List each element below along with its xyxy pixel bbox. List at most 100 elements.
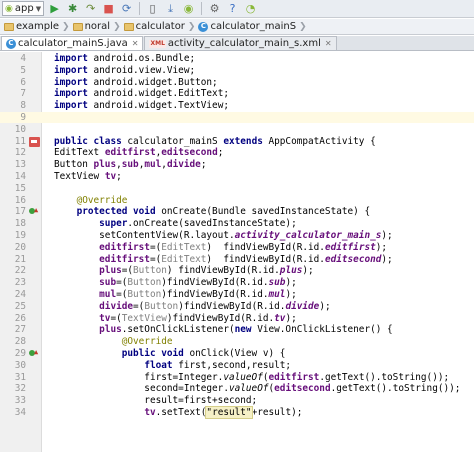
code-line[interactable]: 12 EditText editfirst,editsecond;: [0, 147, 474, 158]
code-token: EditText: [161, 253, 207, 265]
code-line[interactable]: 24 mul=(Button)findViewById(R.id.mul);: [0, 289, 474, 300]
code-token: ;: [116, 171, 122, 182]
chevron-right-icon: ❯: [113, 21, 121, 32]
line-number: 25: [14, 300, 26, 312]
avd-manager-button[interactable]: ▯: [145, 1, 160, 16]
stop-button[interactable]: ■: [101, 1, 116, 16]
breadcrumb-item-calculator-mains[interactable]: C calculator_mainS: [196, 21, 298, 32]
code-line[interactable]: 31 first=Integer.valueOf(editfirst.getTe…: [0, 372, 474, 383]
code-line[interactable]: 26 tv=(TextView)findViewById(R.id.tv);: [0, 313, 474, 324]
line-number: 13: [14, 159, 26, 171]
code-token: protected void: [76, 206, 156, 218]
code-line[interactable]: 29 ▲ public void onClick(View v) {: [0, 348, 474, 359]
editor-tabs: C calculator_mainS.java ✕ XML activity_c…: [0, 36, 474, 51]
code-line[interactable]: 16 @Override: [0, 195, 474, 206]
code-line[interactable]: 22 plus=(Button) findViewById(R.id.plus)…: [0, 265, 474, 276]
code-text: result=first+second;: [54, 395, 257, 406]
settings-button[interactable]: ⚙: [207, 1, 222, 16]
code-token: divide: [166, 159, 201, 171]
code-line[interactable]: 21 editfirst=(EditText) findViewById(R.i…: [0, 254, 474, 265]
code-token: plus: [279, 265, 303, 277]
code-line[interactable]: 27 plus.setOnClickListener(new View.OnCl…: [0, 324, 474, 335]
attach-debugger-button[interactable]: ↷: [83, 1, 98, 16]
breadcrumb-item-calculator[interactable]: calculator: [122, 21, 187, 32]
code-token: );: [302, 265, 314, 277]
code-token: Button: [127, 277, 162, 289]
code-line[interactable]: 25 divide=(Button)findViewById(R.id.divi…: [0, 301, 474, 312]
code-token: new: [234, 324, 252, 336]
close-icon[interactable]: ✕: [132, 39, 139, 48]
run-class-icon[interactable]: [29, 136, 40, 147]
tab-label: activity_calculator_main_s.xml: [167, 38, 321, 49]
sync-button[interactable]: ⟳: [119, 1, 134, 16]
code-line[interactable]: 23 sub=(Button)findViewById(R.id.sub);: [0, 277, 474, 288]
code-text: tv.setText("result"+result);: [54, 406, 302, 419]
override-marker-icon[interactable]: ▲: [29, 349, 39, 358]
code-token: tv: [104, 171, 117, 182]
breadcrumb-item-example[interactable]: example: [2, 21, 61, 32]
code-token: editsecond: [274, 383, 331, 395]
line-number: 29: [14, 348, 26, 359]
line-number: 14: [14, 171, 26, 182]
monitor-button[interactable]: ◉: [181, 1, 196, 16]
line-number: 5: [20, 64, 26, 76]
run-button[interactable]: ▶: [47, 1, 62, 16]
code-token: TextView: [54, 171, 105, 182]
code-editor[interactable]: 4 import android.os.Bundle; 5 import androi…: [0, 52, 474, 452]
sdk-manager-button[interactable]: ⤓: [163, 1, 178, 16]
code-line[interactable]: 9: [0, 112, 474, 123]
code-token: =(: [116, 277, 128, 289]
line-number: 11: [14, 135, 26, 147]
debug-button[interactable]: ✱: [65, 1, 80, 16]
code-token: first,second,result;: [172, 359, 292, 371]
android-head-icon: ◔: [245, 2, 256, 15]
code-line[interactable]: 5 import android.view.View;: [0, 65, 474, 76]
code-line[interactable]: 4 import android.os.Bundle;: [0, 53, 474, 64]
code-line[interactable]: 14 TextView tv;: [0, 171, 474, 182]
code-token: public class: [54, 135, 122, 147]
tab-activity-calculator-main-s-xml[interactable]: XML activity_calculator_main_s.xml ✕: [144, 36, 337, 50]
android-button[interactable]: ◔: [243, 1, 258, 16]
code-line[interactable]: 8 import android.widget.TextView;: [0, 100, 474, 111]
run-configuration-selector[interactable]: ◉ app ▼: [2, 1, 45, 16]
code-line[interactable]: 15: [0, 183, 474, 194]
code-line[interactable]: 11 public class calculator_mainS extends …: [0, 136, 474, 147]
code-token: plus: [99, 265, 122, 277]
code-line[interactable]: 17 ▲ protected void onCreate(Bundle saved…: [0, 206, 474, 217]
code-token: ) findViewById(R.id.: [206, 241, 325, 253]
code-line[interactable]: 28 @Override: [0, 336, 474, 347]
breadcrumb-item-noral[interactable]: noral: [71, 21, 112, 32]
code-line[interactable]: 18 super.onCreate(savedInstanceState);: [0, 218, 474, 229]
help-button[interactable]: ?: [225, 1, 240, 16]
code-token: sub: [99, 277, 117, 289]
code-line[interactable]: 6 import android.widget.Button;: [0, 77, 474, 88]
code-line[interactable]: 33 result=first+second;: [0, 395, 474, 406]
code-line[interactable]: 10: [0, 124, 474, 135]
code-line[interactable]: 19 setContentView(R.layout.activity_calc…: [0, 230, 474, 241]
line-number: 7: [20, 88, 26, 100]
code-line[interactable]: 30 float first,second,result;: [0, 360, 474, 371]
code-line[interactable]: 34 tv.setText("result"+result);: [0, 406, 474, 419]
code-token: valueOf: [223, 371, 263, 383]
code-line[interactable]: 20 editfirst=(EditText) findViewById(R.i…: [0, 242, 474, 253]
code-token: activity_calculator_main_s: [234, 230, 382, 241]
close-icon[interactable]: ✕: [325, 39, 332, 48]
code-line[interactable]: 32 second=Integer.valueOf(editsecond.get…: [0, 383, 474, 394]
code-token: sub: [121, 159, 139, 171]
code-token: )findViewById(R.id.: [161, 277, 269, 289]
code-line[interactable]: 13 Button plus,sub,mul,divide;: [0, 159, 474, 170]
line-number: 26: [14, 312, 26, 324]
code-text: import android.os.Bundle;: [54, 53, 195, 64]
code-text: float first,second,result;: [54, 360, 291, 371]
code-token: =(: [149, 241, 162, 253]
override-marker-icon[interactable]: ▲: [29, 207, 39, 216]
code-line[interactable]: 7 import android.widget.EditText;: [0, 88, 474, 99]
line-number: 24: [14, 289, 26, 300]
code-token: TextView: [121, 312, 167, 324]
tab-calculator-mains-java[interactable]: C calculator_mainS.java ✕: [1, 36, 144, 50]
code-token: View.OnClickListener() {: [251, 324, 393, 336]
